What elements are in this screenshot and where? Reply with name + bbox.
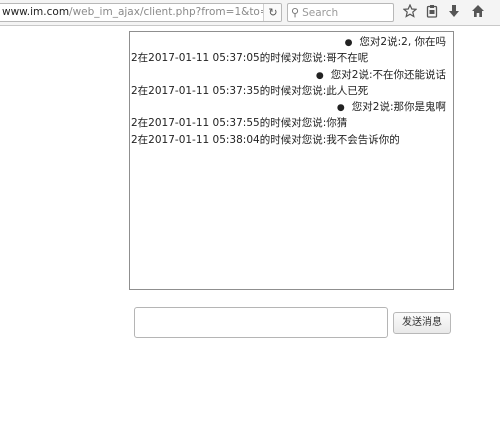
url-path: /web_im_ajax/client.php?from=1&to=2: [69, 6, 276, 18]
received-message: 2在2017-01-11 05:37:05的时候对您说:哥不在呢: [130, 50, 453, 66]
sent-message: ● 您对2说:不在你还能说话: [130, 67, 453, 83]
download-icon[interactable]: [446, 4, 462, 20]
send-message-button[interactable]: 发送消息: [393, 312, 451, 334]
message-text: 您对2说:那你是鬼啊: [351, 101, 446, 114]
chat-log[interactable]: ● 您对2说:2, 你在吗 2在2017-01-11 05:37:05的时候对您说:…: [129, 31, 454, 290]
address-bar[interactable]: www.im.com/web_im_ajax/client.php?from=1…: [0, 3, 282, 22]
received-message: 2在2017-01-11 05:37:35的时候对您说:此人已死: [130, 83, 453, 99]
received-message: 2在2017-01-11 05:37:55的时候对您说:你猜: [130, 115, 453, 131]
message-text: 2在2017-01-11 05:37:05的时候对您说:哥不在呢: [131, 52, 369, 65]
search-icon: ⚲: [291, 6, 300, 19]
search-bar[interactable]: ⚲ Search: [287, 3, 394, 22]
search-placeholder: Search: [302, 7, 339, 19]
bullet-icon: ●: [315, 70, 324, 81]
reload-button[interactable]: ↻: [263, 4, 281, 21]
message-text: 2在2017-01-11 05:37:55的时候对您说:你猜: [131, 117, 348, 130]
sent-message: ● 您对2说:2, 你在吗: [130, 34, 453, 50]
reload-icon: ↻: [268, 6, 278, 19]
message-text: 2在2017-01-11 05:37:35的时候对您说:此人已死: [131, 84, 369, 97]
url-domain: www.im.com: [2, 6, 70, 18]
clipboard-icon[interactable]: [424, 4, 440, 20]
received-message: 2在2017-01-11 05:38:04的时候对您说:我不会告诉你的: [130, 132, 453, 148]
message-input[interactable]: [134, 307, 388, 338]
bullet-icon: ●: [344, 38, 353, 48]
star-icon[interactable]: [402, 3, 418, 20]
message-text: 2在2017-01-11 05:38:04的时候对您说:我不会告诉你的: [131, 133, 400, 146]
home-icon[interactable]: [470, 4, 486, 20]
message-text: 您对2说:不在你还能说话: [330, 68, 446, 81]
bullet-icon: ●: [336, 103, 345, 114]
message-text: 您对2说:2, 你在吗: [359, 36, 446, 48]
browser-toolbar: www.im.com/web_im_ajax/client.php?from=1…: [0, 0, 500, 26]
sent-message: ● 您对2说:那你是鬼啊: [130, 99, 453, 115]
